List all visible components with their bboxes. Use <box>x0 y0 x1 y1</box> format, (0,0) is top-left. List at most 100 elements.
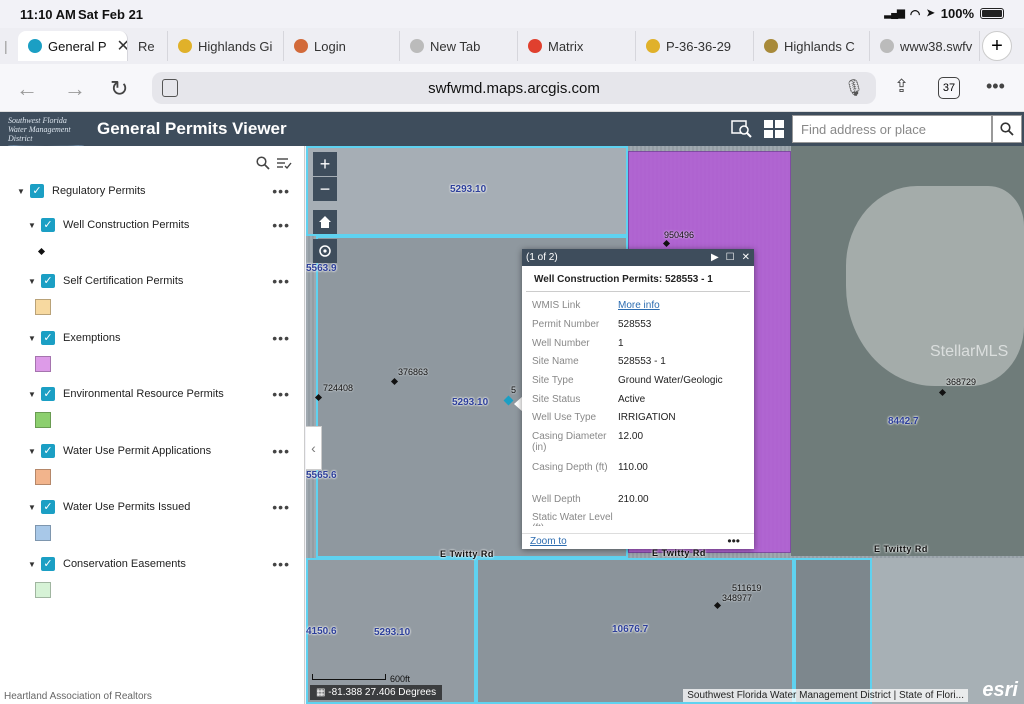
maximize-icon[interactable]: ☐ <box>726 252 735 263</box>
attribute-value: 528553 - 1 <box>618 356 666 367</box>
tab-label: Matrix <box>548 38 584 54</box>
attribute-name: Site Name <box>532 356 579 367</box>
layer-options-icon[interactable]: ••• <box>272 556 290 572</box>
more-info-link[interactable]: More info <box>618 300 660 311</box>
basemap-gallery-icon[interactable] <box>763 119 785 139</box>
parcel-acreage-label: 5293.10 <box>374 627 411 638</box>
layer-checkbox[interactable]: ✓ <box>41 331 55 345</box>
well-id-label: 950496 <box>664 230 695 240</box>
expand-caret-icon[interactable]: ▼ <box>28 390 36 399</box>
more-options-icon[interactable]: ••• <box>986 76 1005 97</box>
layer-checkbox[interactable]: ✓ <box>30 184 44 198</box>
layer-group-regulatory-permits[interactable]: ▼ ✓ Regulatory Permits <box>17 182 146 200</box>
browser-tab-6[interactable]: P-36-36-29 <box>636 31 754 61</box>
feature-popup: (1 of 2) ▶ ☐ ✕ Well Construction Permits… <box>522 249 754 549</box>
zoom-out-button[interactable]: − <box>313 177 337 201</box>
new-tab-button[interactable]: + <box>982 31 1012 61</box>
district-logo: Southwest Florida Water Management Distr… <box>8 116 88 147</box>
expand-caret-icon[interactable]: ▼ <box>28 560 36 569</box>
map-view[interactable]: 5293.10 5563.9 5293.10 5565.6 8442.7 415… <box>306 146 1024 704</box>
browser-tab-0[interactable]: General P ✕ <box>18 31 128 61</box>
layer-label: Self Certification Permits <box>63 275 184 287</box>
browser-tab-4[interactable]: New Tab <box>400 31 518 61</box>
layer-self-certification-permits[interactable]: ▼ ✓ Self Certification Permits <box>28 272 183 290</box>
layer-label: Exemptions <box>63 332 121 344</box>
layer-options-icon[interactable]: ••• <box>272 217 290 233</box>
browser-tab-7[interactable]: Highlands C <box>754 31 870 61</box>
expand-caret-icon[interactable]: ▼ <box>28 277 36 286</box>
layer-options-icon[interactable]: ••• <box>272 273 290 289</box>
well-id-label: 376863 <box>398 367 429 377</box>
reload-icon[interactable]: ↻ <box>110 76 128 102</box>
browser-tab-1[interactable]: Re <box>128 31 168 61</box>
expand-caret-icon[interactable]: ▼ <box>28 447 36 456</box>
search-icon <box>1000 122 1014 136</box>
locate-button[interactable] <box>313 239 337 263</box>
tab-overview-button[interactable]: 37 <box>938 77 960 99</box>
attribute-row: Well Depth 210.00 <box>532 494 742 505</box>
back-arrow-icon[interactable]: ← <box>16 76 38 102</box>
forward-arrow-icon[interactable]: → <box>64 76 86 102</box>
parcel-acreage-label: 5563.9 <box>306 263 337 274</box>
layer-options-icon[interactable]: ••• <box>272 183 290 199</box>
layer-options-icon[interactable]: ••• <box>272 330 290 346</box>
microphone-icon[interactable]: 🎙 <box>844 78 864 98</box>
expand-caret-icon[interactable]: ▼ <box>28 334 36 343</box>
search-icon[interactable] <box>256 156 270 170</box>
address-search-input[interactable]: Find address or place <box>792 115 992 143</box>
layer-water-use-permit-applications[interactable]: ▼ ✓ Water Use Permit Applications <box>28 442 211 460</box>
close-tab-icon[interactable]: ✕ <box>117 36 127 56</box>
attribute-name: Well Depth <box>532 494 581 505</box>
layer-options-icon[interactable]: ••• <box>272 443 290 459</box>
share-icon[interactable]: ⇪ <box>894 76 909 97</box>
attribute-row: WMIS Link More info <box>532 300 742 311</box>
browser-tab-3[interactable]: Login <box>284 31 400 61</box>
well-id-label: 348977 <box>722 593 753 603</box>
zoom-to-link[interactable]: Zoom to <box>530 536 567 547</box>
popup-more-icon[interactable]: ••• <box>727 534 740 548</box>
layer-checkbox[interactable]: ✓ <box>41 274 55 288</box>
zoom-in-button[interactable]: + <box>313 152 337 176</box>
popup-pager: (1 of 2) <box>526 252 558 263</box>
tab-label: General P <box>48 38 107 54</box>
parcel-acreage-label: 5293.10 <box>452 397 489 408</box>
page-menu-icon[interactable] <box>162 79 178 97</box>
browser-tab-8[interactable]: www38.swfv <box>870 31 980 61</box>
attribute-name: Site Type <box>532 375 574 386</box>
status-date: Sat Feb 21 <box>78 7 144 22</box>
layer-options-icon[interactable]: ••• <box>272 386 290 402</box>
attribute-value: 12.00 <box>618 431 644 442</box>
parcel-acreage-label: 5293.10 <box>450 184 487 195</box>
expand-caret-icon[interactable]: ▼ <box>17 187 25 196</box>
road-label: E Twitty Rd <box>440 549 494 559</box>
close-icon[interactable]: ✕ <box>742 252 750 263</box>
home-icon <box>319 216 331 228</box>
scale-bar <box>312 674 386 680</box>
search-button[interactable] <box>992 115 1022 143</box>
filter-list-icon[interactable] <box>276 156 292 170</box>
url-field[interactable]: swfwmd.maps.arcgis.com 🎙 <box>152 72 876 104</box>
layer-conservation-easements[interactable]: ▼ ✓ Conservation Easements <box>28 555 186 573</box>
browser-tab-2[interactable]: Highlands Gi <box>168 31 284 61</box>
battery-icon <box>980 8 1004 19</box>
expand-caret-icon[interactable]: ▼ <box>28 503 36 512</box>
layer-water-use-permits-issued[interactable]: ▼ ✓ Water Use Permits Issued <box>28 498 190 516</box>
layer-checkbox[interactable]: ✓ <box>41 500 55 514</box>
collapse-panel-button[interactable]: ‹ <box>306 426 322 470</box>
layer-checkbox[interactable]: ✓ <box>41 218 55 232</box>
query-search-icon[interactable] <box>731 119 753 139</box>
sidebar-toggle-icon[interactable]: | <box>4 38 18 54</box>
layer-environmental-resource-permits[interactable]: ▼ ✓ Environmental Resource Permits <box>28 385 224 403</box>
layer-options-icon[interactable]: ••• <box>272 499 290 515</box>
home-button[interactable] <box>313 210 337 234</box>
next-feature-icon[interactable]: ▶ <box>711 252 719 263</box>
layer-well-construction-permits[interactable]: ▼ ✓ Well Construction Permits <box>28 216 189 234</box>
layer-exemptions[interactable]: ▼ ✓ Exemptions <box>28 329 120 347</box>
layer-checkbox[interactable]: ✓ <box>41 387 55 401</box>
layer-checkbox[interactable]: ✓ <box>41 557 55 571</box>
tab-favicon-icon <box>28 39 42 53</box>
layer-checkbox[interactable]: ✓ <box>41 444 55 458</box>
browser-tab-5[interactable]: Matrix <box>518 31 636 61</box>
layer-tools <box>256 156 292 170</box>
expand-caret-icon[interactable]: ▼ <box>28 221 36 230</box>
